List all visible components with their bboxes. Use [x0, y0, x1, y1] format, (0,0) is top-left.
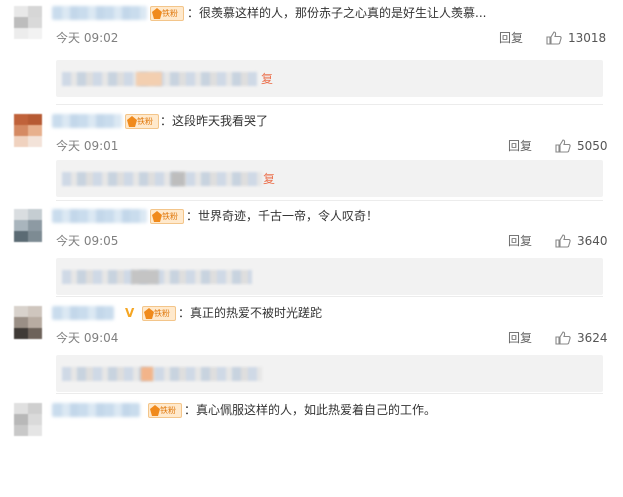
sub-replies-preview[interactable]: 复: [56, 60, 603, 97]
comment-item: 铁粉 ：这段昨天我看哭了 今天 09:01 回复 5050 复: [0, 108, 623, 208]
username[interactable]: [52, 6, 147, 20]
expand-replies-link[interactable]: 复: [261, 72, 273, 86]
like-count: 5050: [577, 139, 608, 153]
comment-text: ：真正的热爱不被时光蹉跎: [178, 306, 323, 320]
thumbs-up-icon: [555, 331, 571, 345]
like-button[interactable]: 3640: [555, 233, 608, 249]
comment-time: 今天 09:01: [56, 139, 119, 153]
comment-text: ：很羡慕这样的人，那份赤子之心真的是好生让人羡慕...: [187, 6, 487, 20]
username[interactable]: [52, 209, 147, 223]
fan-badge-icon: [127, 116, 137, 127]
thumbs-up-icon: [555, 234, 571, 248]
like-count: 13018: [568, 31, 607, 45]
fan-badge-label: 铁粉: [160, 406, 176, 415]
expand-replies-link[interactable]: 复: [263, 172, 275, 186]
reply-button[interactable]: 回复: [508, 233, 532, 249]
fan-badge-label: 铁粉: [154, 309, 170, 318]
thumbs-up-icon: [546, 31, 562, 45]
comment-time: 今天 09:05: [56, 234, 119, 248]
username[interactable]: [52, 403, 140, 417]
divider: [56, 104, 603, 105]
like-button[interactable]: 13018: [546, 30, 606, 46]
reply-button[interactable]: 回复: [508, 330, 532, 346]
sub-replies-preview[interactable]: 复: [56, 160, 603, 197]
comment-item: 铁粉 ：世界奇迹，千古一帝，令人叹奇！ 今天 09:05 回复 3640: [0, 203, 623, 303]
avatar[interactable]: [14, 306, 42, 340]
like-count: 3624: [577, 331, 608, 345]
avatar[interactable]: [14, 403, 42, 437]
fan-badge[interactable]: 铁粉: [148, 403, 182, 418]
avatar[interactable]: [14, 209, 42, 243]
verified-badge[interactable]: V: [125, 306, 134, 320]
comment-item: 铁粉 ：很羡慕这样的人，那份赤子之心真的是好生让人羡慕... 今天 09:02 …: [0, 0, 623, 100]
username[interactable]: [52, 114, 122, 128]
reply-button[interactable]: 回复: [499, 30, 523, 46]
like-button[interactable]: 3624: [555, 330, 608, 346]
fan-badge-label: 铁粉: [162, 212, 178, 221]
fan-badge-label: 铁粉: [162, 9, 178, 18]
comment-item: 铁粉 ：真心佩服这样的人，如此热爱着自己的工作。: [0, 397, 623, 497]
thumbs-up-icon: [555, 139, 571, 153]
comment-text: ：世界奇迹，千古一帝，令人叹奇！: [186, 209, 379, 223]
avatar[interactable]: [14, 6, 42, 40]
like-count: 3640: [577, 234, 608, 248]
comment-item: V 铁粉 ：真正的热爱不被时光蹉跎 今天 09:04 回复 3624: [0, 300, 623, 400]
fan-badge-icon: [152, 211, 162, 222]
fan-badge-icon: [150, 405, 160, 416]
reply-button[interactable]: 回复: [508, 138, 532, 154]
fan-badge[interactable]: 铁粉: [142, 306, 176, 321]
comment-time: 今天 09:04: [56, 331, 119, 345]
like-button[interactable]: 5050: [555, 138, 608, 154]
fan-badge-icon: [144, 308, 154, 319]
sub-replies-preview[interactable]: [56, 355, 603, 392]
username[interactable]: [52, 306, 114, 320]
fan-badge[interactable]: 铁粉: [150, 6, 184, 21]
fan-badge[interactable]: 铁粉: [150, 209, 184, 224]
comment-text: ：这段昨天我看哭了: [160, 114, 269, 128]
divider: [56, 393, 603, 394]
comment-text: ：真心佩服这样的人，如此热爱着自己的工作。: [184, 403, 437, 417]
comment-time: 今天 09:02: [56, 31, 119, 45]
divider: [56, 296, 603, 297]
fan-badge[interactable]: 铁粉: [125, 114, 159, 129]
sub-replies-preview[interactable]: [56, 258, 603, 295]
divider: [56, 200, 603, 201]
fan-badge-icon: [152, 8, 162, 19]
fan-badge-label: 铁粉: [137, 117, 153, 126]
avatar[interactable]: [14, 114, 42, 148]
